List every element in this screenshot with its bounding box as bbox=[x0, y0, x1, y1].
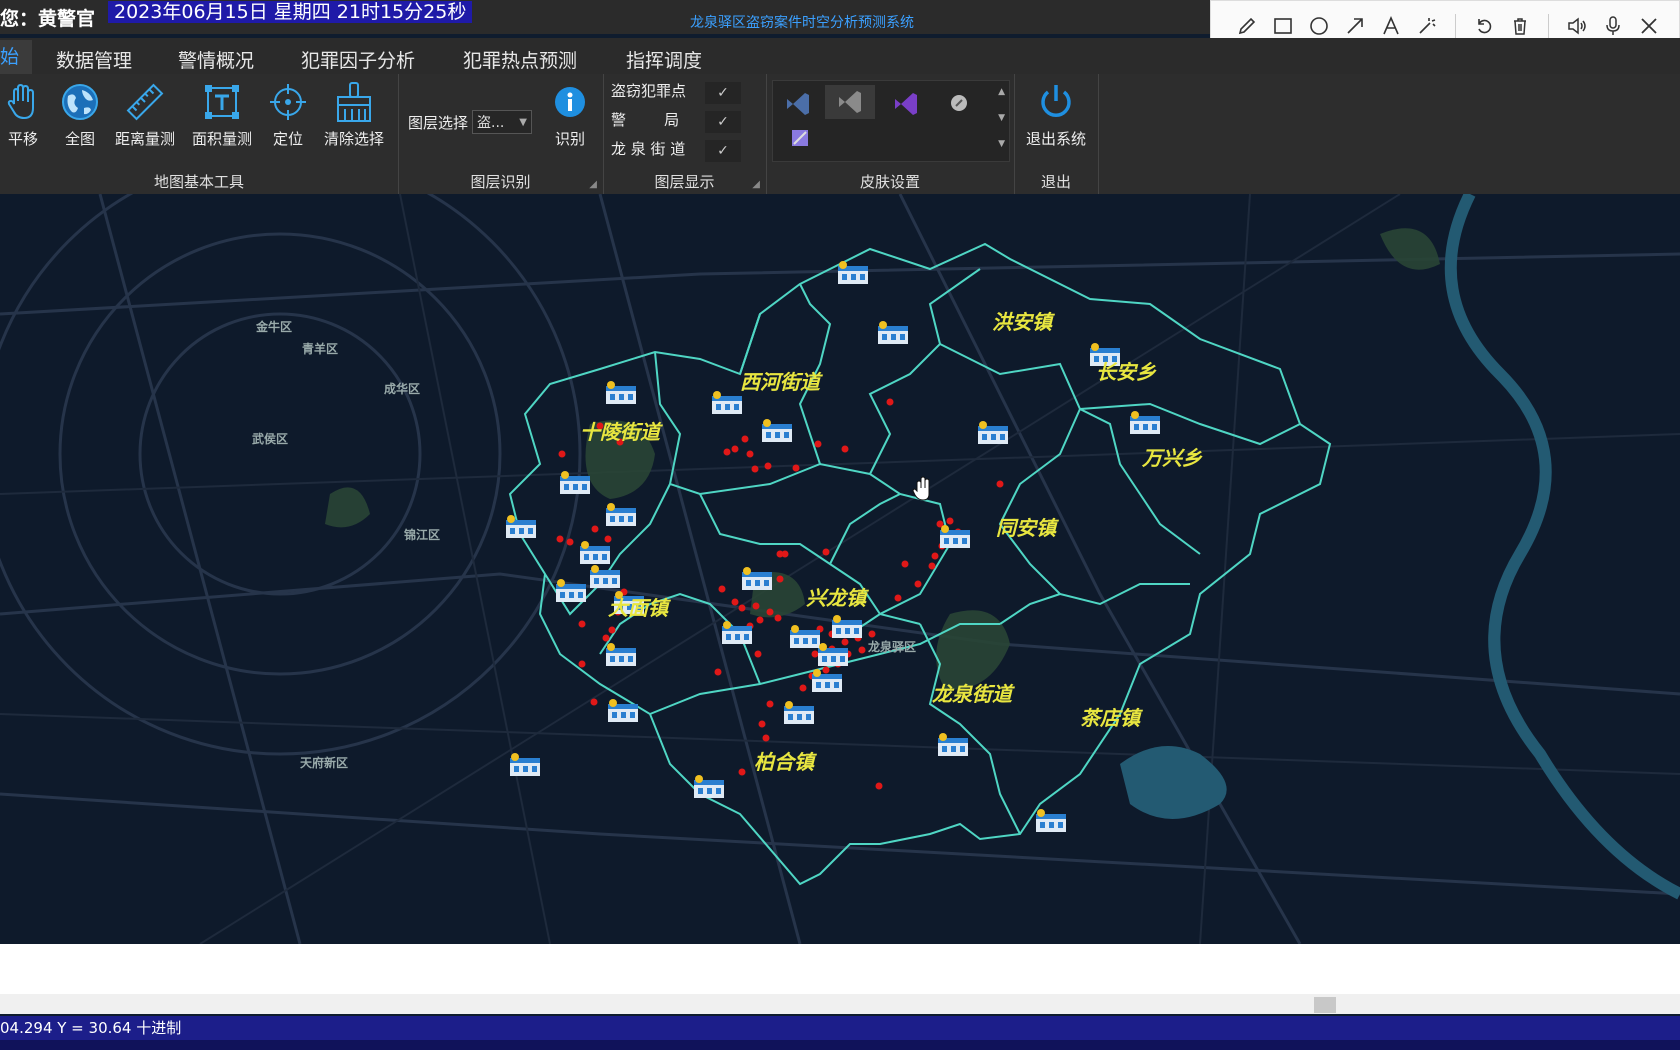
group-layer-display: 盗窃犯罪点 ✓ 警 局 ✓ 龙 泉 街 道 ✓ 图层显示 ◢ bbox=[603, 74, 767, 194]
info-icon bbox=[535, 80, 605, 124]
ribbon: 平移 全图 距离量测 面积量测 定位 清除选择 地图基本工具 图层选择 盗...… bbox=[0, 74, 1680, 195]
district-label: 茶店镇 bbox=[1080, 706, 1140, 730]
group-exit: 退出系统 退出 bbox=[1014, 74, 1099, 194]
background-label: 锦江区 bbox=[404, 528, 441, 542]
toolbar-separator bbox=[1548, 14, 1549, 38]
group-label-basic-tools: 地图基本工具 bbox=[153, 173, 244, 191]
background-label: 天府新区 bbox=[300, 756, 349, 770]
dialog-launcher-icon[interactable]: ◢ bbox=[589, 179, 597, 190]
power-icon bbox=[1021, 80, 1091, 124]
identify-button[interactable]: 识别 bbox=[535, 80, 605, 149]
gallery-expand[interactable]: ▼ bbox=[998, 139, 1005, 149]
tab-start[interactable]: 始 bbox=[0, 40, 32, 74]
group-skin-settings: ▲ ▼ ▼ 皮肤设置 bbox=[766, 74, 1015, 194]
area-measure-button[interactable]: 面积量测 bbox=[187, 80, 257, 149]
skin-vs-gray[interactable] bbox=[825, 85, 875, 119]
group-label-layer-identify: 图层识别 bbox=[470, 173, 531, 191]
app-title: 龙泉驿区盗窃案件时空分析预测系统 bbox=[690, 15, 914, 31]
police-layer bbox=[506, 261, 1160, 832]
exit-system-button[interactable]: 退出系统 bbox=[1021, 80, 1091, 149]
background-label: 成华区 bbox=[384, 382, 421, 396]
layer-row-police: 警 局 ✓ bbox=[611, 109, 741, 133]
district-label: 兴龙镇 bbox=[806, 586, 866, 610]
dialog-launcher-icon[interactable]: ◢ bbox=[752, 179, 760, 190]
group-layer-identify: 图层选择 盗... ▼ 识别 图层识别 ◢ bbox=[398, 74, 604, 194]
globe-icon bbox=[45, 80, 115, 124]
datetime-display: 2023年06月15日 星期四 21时15分25秒 bbox=[108, 1, 473, 23]
locate-button[interactable]: 定位 bbox=[253, 80, 323, 149]
coordinate-readout: 04.294 Y = 30.64 十进制 bbox=[0, 1019, 182, 1037]
district-label: 龙泉街道 bbox=[932, 682, 1012, 706]
tab-command-dispatch[interactable]: 指挥调度 bbox=[626, 46, 702, 73]
horizontal-scrollbar[interactable] bbox=[0, 994, 1680, 1014]
gallery-scroll-up[interactable]: ▲ bbox=[998, 87, 1005, 97]
police-checkbox[interactable]: ✓ bbox=[705, 111, 741, 133]
map-view[interactable]: 洪安镇 西河街道 长安乡 十陵街道 万兴乡 同安镇 大面镇 兴龙镇 龙泉街道 茶… bbox=[0, 194, 1680, 944]
area-icon bbox=[187, 80, 257, 124]
status-bar: 04.294 Y = 30.64 十进制 bbox=[0, 1016, 1680, 1040]
map-canvas bbox=[0, 194, 1680, 944]
crosshair-icon bbox=[253, 80, 323, 124]
skin-round[interactable] bbox=[949, 93, 969, 113]
tab-data-management[interactable]: 数据管理 bbox=[56, 46, 132, 73]
menu-bar: 始 数据管理 警情概况 犯罪因子分析 犯罪热点预测 指挥调度 bbox=[0, 38, 1680, 74]
background-label: 武侯区 bbox=[252, 432, 289, 446]
skin-vs-purple[interactable] bbox=[891, 89, 921, 119]
district-label: 西河街道 bbox=[740, 370, 820, 394]
layer-row-theft-points: 盗窃犯罪点 ✓ bbox=[611, 80, 741, 104]
layer-select-label: 图层选择 bbox=[408, 114, 469, 132]
district-label: 柏合镇 bbox=[754, 750, 814, 774]
clear-selection-button[interactable]: 清除选择 bbox=[319, 80, 389, 149]
scrollbar-thumb[interactable] bbox=[1314, 997, 1336, 1013]
taskbar-strip bbox=[0, 1040, 1680, 1050]
district-label: 洪安镇 bbox=[992, 310, 1052, 334]
skin-vs-blue[interactable] bbox=[783, 89, 813, 119]
chevron-down-icon: ▼ bbox=[519, 117, 527, 128]
tab-crime-factor-analysis[interactable]: 犯罪因子分析 bbox=[301, 46, 415, 73]
streets-checkbox[interactable]: ✓ bbox=[705, 140, 741, 162]
group-label-exit: 退出 bbox=[1040, 173, 1071, 191]
layer-select-dropdown[interactable]: 盗... ▼ bbox=[472, 110, 532, 134]
output-panel bbox=[0, 944, 1680, 994]
group-basic-tools: 平移 全图 距离量测 面积量测 定位 清除选择 地图基本工具 bbox=[0, 74, 399, 194]
user-label: 您：黄警官 bbox=[0, 8, 96, 30]
district-label: 长安乡 bbox=[1096, 360, 1156, 384]
tab-hotspot-prediction[interactable]: 犯罪热点预测 bbox=[463, 46, 577, 73]
group-label-layer-display: 图层显示 bbox=[654, 173, 715, 191]
layer-row-streets: 龙 泉 街 道 ✓ bbox=[611, 138, 741, 162]
district-label: 十陵街道 bbox=[580, 420, 660, 444]
background-label: 龙泉驿区 bbox=[868, 640, 917, 654]
gallery-scroll-down[interactable]: ▼ bbox=[998, 113, 1005, 123]
group-label-skin: 皮肤设置 bbox=[859, 173, 920, 191]
skin-gallery: ▲ ▼ ▼ bbox=[772, 80, 1010, 162]
broom-icon bbox=[319, 80, 389, 124]
district-label: 大面镇 bbox=[608, 596, 668, 620]
skin-purple-square[interactable] bbox=[791, 129, 809, 147]
ruler-icon bbox=[110, 80, 180, 124]
district-label: 万兴乡 bbox=[1142, 446, 1202, 470]
background-label: 金牛区 bbox=[256, 320, 293, 334]
full-extent-button[interactable]: 全图 bbox=[45, 80, 115, 149]
background-label: 青羊区 bbox=[302, 342, 339, 356]
district-label: 同安镇 bbox=[996, 516, 1056, 540]
distance-measure-button[interactable]: 距离量测 bbox=[110, 80, 180, 149]
theft-points-checkbox[interactable]: ✓ bbox=[705, 82, 741, 104]
toolbar-separator bbox=[1455, 14, 1456, 38]
tab-alert-overview[interactable]: 警情概况 bbox=[178, 46, 254, 73]
